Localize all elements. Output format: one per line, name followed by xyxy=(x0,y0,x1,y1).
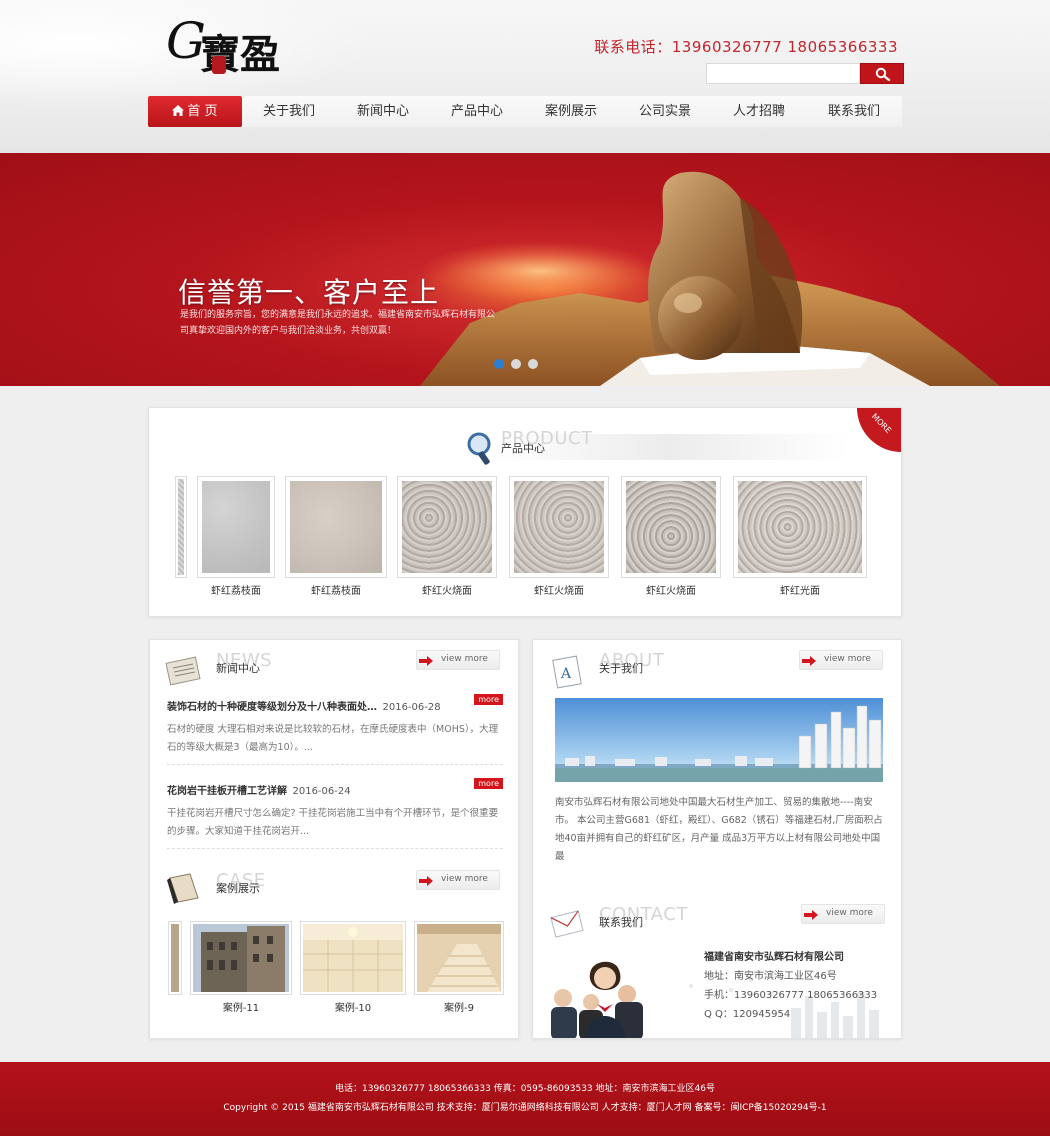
nav-item-home[interactable]: 首 页 xyxy=(148,96,242,127)
banner-dot[interactable] xyxy=(528,359,538,369)
banner-subtitle: 是我们的服务宗旨，您的满意是我们永远的追求。福建省南安市弘辉石材有限公司真挚欢迎… xyxy=(180,310,496,336)
search-input[interactable] xyxy=(706,63,860,84)
logo[interactable]: G 寶盈 xyxy=(166,12,296,78)
contact-heading: CONTACT 联系我们 view more xyxy=(547,902,887,942)
product-image xyxy=(397,476,497,578)
header: G 寶盈 联系电话：13960326777 18065366333 首 页 关于… xyxy=(0,0,1050,153)
about-contact-panel: A ABOUT 关于我们 view more 南安市弘辉石材有限公司地处中国最大… xyxy=(532,639,902,1039)
product-label: 虾红火烧面 xyxy=(422,586,472,597)
case-view-more-button[interactable]: view more xyxy=(416,870,500,890)
divider xyxy=(167,764,503,765)
news-title-cn: 新闻中心 xyxy=(216,662,260,675)
search-button[interactable] xyxy=(860,63,904,84)
footer: 电话：13960326777 18065366333 传真：0595-86093… xyxy=(0,1062,1050,1136)
search-icon xyxy=(875,67,891,81)
nav-item-cases[interactable]: 案例展示 xyxy=(524,96,618,127)
contact-company: 福建省南安市弘辉石材有限公司 xyxy=(704,952,844,963)
nav-item-products[interactable]: 产品中心 xyxy=(430,96,524,127)
case-heading: CASE 案例展示 view more xyxy=(164,868,504,908)
product-label: 虾红荔枝面 xyxy=(211,586,261,597)
case-label: 案例-10 xyxy=(334,1003,372,1014)
news-title[interactable]: 花岗岩干挂板开槽工艺详解 xyxy=(167,786,287,797)
about-heading: A ABOUT 关于我们 view more xyxy=(547,648,887,689)
product-image xyxy=(733,476,867,578)
banner-dot[interactable] xyxy=(494,359,504,369)
news-more-button[interactable]: more xyxy=(474,778,503,789)
divider xyxy=(167,848,503,849)
document-icon: A xyxy=(552,655,582,689)
news-title[interactable]: 装饰石材的十种硬度等级划分及十八种表面处… xyxy=(167,702,377,713)
nav-item-company-photos[interactable]: 公司实景 xyxy=(618,96,712,127)
arrow-right-icon xyxy=(419,876,433,886)
case-image xyxy=(300,921,406,995)
case-image xyxy=(190,921,292,995)
banner-dot[interactable] xyxy=(511,359,521,369)
footer-contact-line: 电话：13960326777 18065366333 传真：0595-86093… xyxy=(335,1084,715,1094)
contact-view-more-button[interactable]: view more xyxy=(801,904,885,924)
contact-qq: Q Q：120945954 xyxy=(704,1009,791,1020)
news-case-panel: NEWS 新闻中心 view more 装饰石材的十种硬度等级划分及十八种表面处… xyxy=(149,639,519,1039)
product-title-cn: 产品中心 xyxy=(501,442,545,455)
case-image xyxy=(414,921,504,995)
case-title-cn: 案例展示 xyxy=(216,882,260,895)
about-view-more-label: view more xyxy=(824,654,871,664)
product-label: 虾红荔枝面 xyxy=(311,586,361,597)
hero-banner[interactable]: 信誉第一、客户至上 是我们的服务宗旨，您的满意是我们永远的追求。福建省南安市弘辉… xyxy=(0,153,1050,386)
news-more-button[interactable]: more xyxy=(474,694,503,705)
news-date: 2016-06-24 xyxy=(292,786,351,797)
book-icon xyxy=(167,873,199,904)
logo-seal-icon xyxy=(212,56,226,74)
product-carousel: 虾红荔枝面 虾红荔枝面 虾红火烧面 虾红火烧面 虾红火烧面 虾红光面 xyxy=(175,476,875,597)
contact-title-cn: 联系我们 xyxy=(599,916,643,929)
footer-copyright-line: Copyright © 2015 福建省南安市弘辉石材有限公司 技术支持：厦门易… xyxy=(223,1103,827,1113)
newspaper-icon xyxy=(165,656,201,686)
news-view-more-label: view more xyxy=(441,654,488,664)
product-label: 虾红火烧面 xyxy=(534,586,584,597)
product-heading: PRODUCT 产品中心 xyxy=(449,426,869,466)
nav-item-about[interactable]: 关于我们 xyxy=(242,96,336,127)
case-view-more-label: view more xyxy=(441,874,488,884)
magnifier-icon xyxy=(467,432,491,465)
product-image xyxy=(621,476,721,578)
nav-label: 首 页 xyxy=(187,104,218,119)
case-label: 案例-9 xyxy=(444,1003,474,1014)
search-box xyxy=(706,63,904,84)
arrow-right-icon xyxy=(804,910,818,920)
product-image xyxy=(509,476,609,578)
about-view-more-button[interactable]: view more xyxy=(799,650,883,670)
svg-text:A: A xyxy=(560,666,572,682)
case-label: 案例-11 xyxy=(222,1003,260,1014)
news-summary: 干挂花岗岩开槽尺寸怎么确定? 干挂花岗岩施工当中有个开槽环节，是个很重要的步骤。… xyxy=(167,808,499,837)
arrow-right-icon xyxy=(802,656,816,666)
product-section: MORE PRODUCT 产品中心 虾红荔枝面 虾红荔枝面 虾红火烧面 虾红火烧… xyxy=(148,407,902,617)
product-label: 虾红火烧面 xyxy=(646,586,696,597)
contact-info: 福建省南安市弘辉石材有限公司 地址：南安市滨海工业区46号 手机：1396032… xyxy=(704,948,877,1024)
contact-mobile: 手机：13960326777 18065366333 xyxy=(704,990,878,1001)
news-date: 2016-06-28 xyxy=(382,702,441,713)
nav-item-news[interactable]: 新闻中心 xyxy=(336,96,430,127)
nav-item-jobs[interactable]: 人才招聘 xyxy=(712,96,806,127)
news-item[interactable]: 装饰石材的十种硬度等级划分及十八种表面处… 2016-06-28 more 石材… xyxy=(167,694,503,757)
news-item[interactable]: 花岗岩干挂板开槽工艺详解 2016-06-24 more 干挂花岗岩开槽尺寸怎么… xyxy=(167,778,503,841)
about-title-cn: 关于我们 xyxy=(599,662,643,675)
contact-view-more-label: view more xyxy=(826,908,873,918)
nav-item-contact[interactable]: 联系我们 xyxy=(806,96,902,127)
product-label: 虾红光面 xyxy=(780,586,820,597)
contact-address: 地址：南安市滨海工业区46号 xyxy=(704,971,837,982)
home-icon xyxy=(172,104,185,116)
product-image xyxy=(285,476,387,578)
banner-title: 信誉第一、客户至上 xyxy=(178,276,440,309)
case-carousel: 案例-11 案例-10 案例-9 xyxy=(168,921,504,1021)
city-skyline-image xyxy=(555,698,883,782)
news-view-more-button[interactable]: view more xyxy=(416,650,500,670)
news-heading: NEWS 新闻中心 view more xyxy=(164,648,504,688)
envelope-icon xyxy=(550,910,584,938)
arrow-right-icon xyxy=(419,656,433,666)
header-phone: 联系电话：13960326777 18065366333 xyxy=(594,38,898,56)
about-text: 南安市弘辉石材有限公司地处中国最大石材生产加工、贸易的集散地----南安市。 本… xyxy=(555,797,883,862)
banner-lion-statue-image xyxy=(420,171,1000,386)
product-image xyxy=(197,476,275,578)
main-nav: 首 页 关于我们 新闻中心 产品中心 案例展示 公司实景 人才招聘 联系我们 xyxy=(148,96,902,127)
news-summary: 石材的硬度 大理石相对来说是比较软的石材，在摩氏硬度表中（MOHS），大理石的等… xyxy=(167,724,499,753)
